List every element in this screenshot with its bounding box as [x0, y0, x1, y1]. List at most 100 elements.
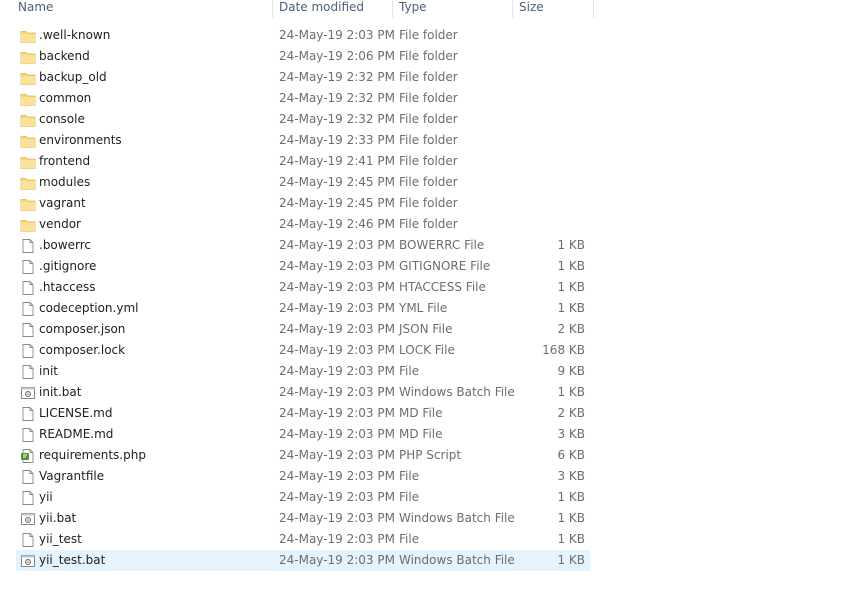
file-date-modified: 24-May-19 2:03 PM [279, 448, 395, 462]
file-type: File folder [399, 154, 458, 168]
file-icon [20, 259, 36, 275]
file-row[interactable]: codeception.yml 24-May-19 2:03 PM YML File… [16, 298, 590, 319]
file-size: 1 KB [557, 385, 585, 399]
column-header-date-modified[interactable]: Date modified [272, 0, 393, 18]
file-row[interactable]: init 24-May-19 2:03 PM File 9 KB [16, 361, 590, 382]
file-type: File [399, 364, 420, 378]
file-row[interactable]: requirements.php 24-May-19 2:03 PM PHP Scr… [16, 445, 590, 466]
file-date-modified: 24-May-19 2:03 PM [279, 343, 395, 357]
column-header-bar: Name Date modified Type Size [0, 0, 594, 18]
file-size: 1 KB [557, 280, 585, 294]
file-icon [20, 469, 36, 485]
file-type: Windows Batch File [399, 553, 515, 567]
file-type: MD File [399, 427, 443, 441]
file-row[interactable]: composer.json 24-May-19 2:03 PM JSON File 2… [16, 319, 590, 340]
file-date-modified: 24-May-19 2:33 PM [279, 133, 395, 147]
file-name: composer.json [39, 322, 126, 336]
folder-row[interactable]: frontend 24-May-19 2:41 PM File folder [16, 151, 590, 172]
file-date-modified: 24-May-19 2:03 PM [279, 490, 395, 504]
folder-row[interactable]: backend 24-May-19 2:06 PM File folder [16, 46, 590, 67]
file-date-modified: 24-May-19 2:03 PM [279, 532, 395, 546]
folder-row[interactable]: common 24-May-19 2:32 PM File folder [16, 88, 590, 109]
file-name: console [39, 112, 85, 126]
column-header-type[interactable]: Type [392, 0, 513, 18]
file-date-modified: 24-May-19 2:03 PM [279, 553, 395, 567]
file-date-modified: 24-May-19 2:32 PM [279, 112, 395, 126]
file-date-modified: 24-May-19 2:03 PM [279, 322, 395, 336]
file-date-modified: 24-May-19 2:03 PM [279, 364, 395, 378]
folder-icon [20, 91, 36, 107]
file-date-modified: 24-May-19 2:03 PM [279, 28, 395, 42]
file-name: composer.lock [39, 343, 126, 357]
file-name: .gitignore [39, 259, 97, 273]
folder-row[interactable]: .well-known 24-May-19 2:03 PM File folder [16, 25, 590, 46]
folder-icon [20, 175, 36, 191]
file-type: File folder [399, 175, 458, 189]
file-icon [20, 343, 36, 359]
folder-icon [20, 217, 36, 233]
file-size: 2 KB [557, 406, 585, 420]
file-row[interactable]: composer.lock 24-May-19 2:03 PM LOCK File 1… [16, 340, 590, 361]
file-name: yii_test.bat [39, 553, 106, 567]
file-row[interactable]: .htaccess 24-May-19 2:03 PM HTACCESS File 1… [16, 277, 590, 298]
batch-file-icon [20, 511, 36, 527]
file-row[interactable]: .bowerrc 24-May-19 2:03 PM BOWERRC File 1 K… [16, 235, 590, 256]
file-row[interactable]: README.md 24-May-19 2:03 PM MD File 3 KB [16, 424, 590, 445]
file-size: 6 KB [557, 448, 585, 462]
file-row[interactable]: yii_test.bat 24-May-19 2:03 PM Windows Bat… [16, 550, 590, 571]
file-date-modified: 24-May-19 2:03 PM [279, 259, 395, 273]
file-icon [20, 322, 36, 338]
column-header-name[interactable]: Name [12, 0, 272, 18]
file-type: File [399, 490, 420, 504]
file-row[interactable]: yii.bat 24-May-19 2:03 PM Windows Batch Fi… [16, 508, 590, 529]
file-date-modified: 24-May-19 2:06 PM [279, 49, 395, 63]
file-icon [20, 427, 36, 443]
folder-icon [20, 49, 36, 65]
column-header-name-label: Name [18, 0, 54, 14]
file-date-modified: 24-May-19 2:45 PM [279, 175, 395, 189]
folder-row[interactable]: modules 24-May-19 2:45 PM File folder [16, 172, 590, 193]
file-date-modified: 24-May-19 2:03 PM [279, 301, 395, 315]
file-row[interactable]: yii_test 24-May-19 2:03 PM File 1 KB [16, 529, 590, 550]
file-date-modified: 24-May-19 2:32 PM [279, 70, 395, 84]
file-icon [20, 364, 36, 380]
file-size: 1 KB [557, 553, 585, 567]
file-type: PHP Script [399, 448, 462, 462]
file-name: codeception.yml [39, 301, 139, 315]
folder-row[interactable]: backup_old 24-May-19 2:32 PM File folder [16, 67, 590, 88]
file-size: 1 KB [557, 259, 585, 273]
file-size: 168 KB [542, 343, 585, 357]
file-type: File folder [399, 49, 458, 63]
file-type: GITIGNORE File [399, 259, 491, 273]
file-row[interactable]: .gitignore 24-May-19 2:03 PM GITIGNORE Fil… [16, 256, 590, 277]
file-name: README.md [39, 427, 114, 441]
column-header-date-label: Date modified [279, 0, 365, 14]
file-row[interactable]: Vagrantfile 24-May-19 2:03 PM File 3 KB [16, 466, 590, 487]
file-type: File [399, 469, 420, 483]
folder-icon [20, 133, 36, 149]
file-name: init [39, 364, 58, 378]
folder-icon [20, 28, 36, 44]
file-row[interactable]: LICENSE.md 24-May-19 2:03 PM MD File 2 KB [16, 403, 590, 424]
folder-row[interactable]: vendor 24-May-19 2:46 PM File folder [16, 214, 590, 235]
column-header-size[interactable]: Size [512, 0, 594, 18]
file-name: yii_test [39, 532, 82, 546]
file-date-modified: 24-May-19 2:03 PM [279, 406, 395, 420]
file-size: 3 KB [557, 469, 585, 483]
file-type: Windows Batch File [399, 511, 515, 525]
folder-row[interactable]: environments 24-May-19 2:33 PM File folder [16, 130, 590, 151]
file-explorer: Name Date modified Type Size .well-known… [0, 0, 863, 611]
file-name: requirements.php [39, 448, 146, 462]
file-size: 1 KB [557, 532, 585, 546]
folder-row[interactable]: console 24-May-19 2:32 PM File folder [16, 109, 590, 130]
file-name: frontend [39, 154, 91, 168]
file-row[interactable]: yii 24-May-19 2:03 PM File 1 KB [16, 487, 590, 508]
file-date-modified: 24-May-19 2:03 PM [279, 385, 395, 399]
file-type: BOWERRC File [399, 238, 485, 252]
file-row[interactable]: init.bat 24-May-19 2:03 PM Windows Batch F… [16, 382, 590, 403]
file-type: Windows Batch File [399, 385, 515, 399]
file-type: File folder [399, 28, 458, 42]
folder-row[interactable]: vagrant 24-May-19 2:45 PM File folder [16, 193, 590, 214]
column-header-type-label: Type [399, 0, 427, 14]
file-name: modules [39, 175, 91, 189]
